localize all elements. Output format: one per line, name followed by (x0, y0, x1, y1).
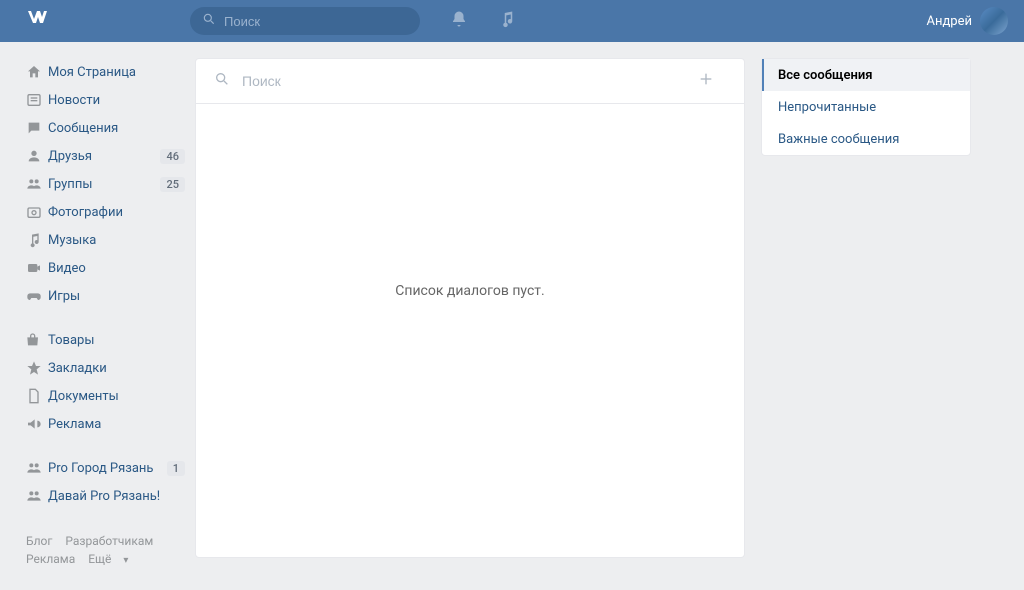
video-icon (26, 260, 48, 276)
filter-label: Все сообщения (778, 68, 873, 83)
sidebar-item-video[interactable]: Видео (26, 254, 185, 282)
sidebar-item-label: Фотографии (48, 205, 185, 220)
filter-all[interactable]: Все сообщения (762, 59, 970, 91)
sidebar-item-friends[interactable]: Друзья 46 (26, 142, 185, 170)
sidebar-item-label: Группы (48, 177, 160, 192)
sidebar-item-ads[interactable]: Реклама (26, 410, 185, 438)
search-icon (202, 12, 224, 30)
friends-icon (26, 148, 48, 164)
empty-state: Список диалогов пуст. (196, 104, 744, 557)
header-search[interactable] (190, 7, 420, 35)
header-search-input[interactable] (224, 14, 404, 29)
footer-link-dev[interactable]: Разработчикам (65, 534, 153, 548)
sidebar-item-label: Друзья (48, 149, 160, 164)
sidebar-item-label: Документы (48, 389, 185, 404)
sidebar-item-games[interactable]: Игры (26, 282, 185, 310)
ads-icon (26, 416, 48, 432)
market-icon (26, 332, 48, 348)
footer-link-blog[interactable]: Блог (26, 534, 52, 548)
bookmarks-icon (26, 360, 48, 376)
sidebar-item-bookmarks[interactable]: Закладки (26, 354, 185, 382)
chevron-down-icon: ▾ (123, 555, 128, 566)
user-name: Андрей (926, 14, 972, 29)
groups-icon (26, 488, 48, 504)
sidebar-badge: 25 (160, 177, 185, 192)
music-nav-icon (26, 232, 48, 248)
photos-icon (26, 204, 48, 220)
sidebar-item-label: Сообщения (48, 121, 185, 136)
sidebar-item-label: Игры (48, 289, 185, 304)
messages-icon (26, 120, 48, 136)
search-icon (214, 71, 242, 91)
filter-label: Важные сообщения (778, 132, 899, 147)
messages-panel: Список диалогов пуст. (195, 58, 745, 558)
sidebar-item-label: Pro Город Рязань (48, 461, 167, 476)
sidebar-item-label: Закладки (48, 361, 185, 376)
logo[interactable] (26, 6, 50, 36)
games-icon (26, 288, 48, 304)
sidebar: Моя Страница Новости Сообщения Друзья 46… (0, 58, 195, 570)
news-icon (26, 92, 48, 108)
filter-unread[interactable]: Непрочитанные (762, 91, 970, 123)
music-icon[interactable] (498, 10, 516, 32)
messages-search-input[interactable] (242, 73, 698, 89)
sidebar-item-label: Музыка (48, 233, 185, 248)
sidebar-item-label: Видео (48, 261, 185, 276)
sidebar-item-group-link-1[interactable]: Pro Город Рязань 1 (26, 454, 185, 482)
empty-state-text: Список диалогов пуст. (395, 283, 544, 299)
sidebar-item-profile[interactable]: Моя Страница (26, 58, 185, 86)
sidebar-item-group-link-2[interactable]: Давай Pro Рязань! (26, 482, 185, 510)
sidebar-badge: 46 (160, 149, 185, 164)
sidebar-item-groups[interactable]: Группы 25 (26, 170, 185, 198)
sidebar-badge: 1 (167, 461, 185, 476)
docs-icon (26, 388, 48, 404)
sidebar-item-label: Давай Pro Рязань! (48, 489, 185, 504)
filter-label: Непрочитанные (778, 100, 876, 115)
sidebar-item-label: Моя Страница (48, 65, 185, 80)
header-icons (450, 10, 516, 32)
sidebar-item-messages[interactable]: Сообщения (26, 114, 185, 142)
filter-important[interactable]: Важные сообщения (762, 123, 970, 155)
footer-links: Блог Разработчикам Реклама Ещё▾ (26, 532, 185, 570)
sidebar-item-market[interactable]: Товары (26, 326, 185, 354)
groups-icon (26, 460, 48, 476)
sidebar-item-docs[interactable]: Документы (26, 382, 185, 410)
footer-link-ads[interactable]: Реклама (26, 552, 75, 566)
sidebar-item-news[interactable]: Новости (26, 86, 185, 114)
groups-icon (26, 176, 48, 192)
filter-panel: Все сообщения Непрочитанные Важные сообщ… (761, 58, 971, 156)
avatar (980, 7, 1008, 35)
new-message-button[interactable] (698, 71, 726, 91)
header-user[interactable]: Андрей (926, 7, 1008, 35)
sidebar-item-music[interactable]: Музыка (26, 226, 185, 254)
home-icon (26, 64, 48, 80)
sidebar-item-label: Реклама (48, 417, 185, 432)
app-header: Андрей (0, 0, 1024, 42)
sidebar-item-label: Товары (48, 333, 185, 348)
messages-search-bar (196, 59, 744, 104)
sidebar-item-label: Новости (48, 93, 185, 108)
sidebar-item-photos[interactable]: Фотографии (26, 198, 185, 226)
footer-link-more[interactable]: Ещё▾ (88, 552, 138, 566)
notifications-icon[interactable] (450, 10, 468, 32)
